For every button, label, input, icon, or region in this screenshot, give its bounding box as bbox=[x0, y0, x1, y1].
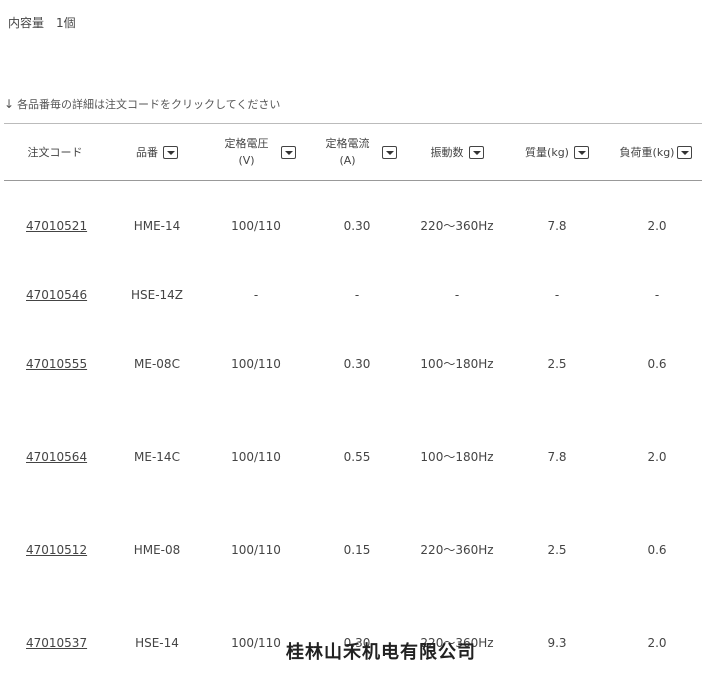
voltage-cell: - bbox=[253, 288, 259, 302]
order-code-link[interactable]: 47010546 bbox=[26, 285, 87, 305]
current-cell: - bbox=[354, 288, 360, 302]
column-header-voltage: 定格電圧 (V) bbox=[210, 124, 310, 180]
table-row: 47010546 HSE-14Z - - - - - bbox=[0, 285, 702, 305]
order-code-link[interactable]: 47010555 bbox=[26, 354, 87, 374]
frequency-cell: 220～360Hz bbox=[420, 219, 494, 233]
sort-dropdown-icon[interactable] bbox=[677, 145, 693, 159]
mass-cell: 2.5 bbox=[547, 543, 567, 557]
load-cell: 2.0 bbox=[647, 636, 667, 650]
column-header-label: 品番 bbox=[136, 145, 158, 159]
model-cell: HME-14 bbox=[133, 219, 181, 233]
model-cell: HME-08 bbox=[133, 543, 181, 557]
sort-dropdown-icon[interactable] bbox=[468, 145, 484, 159]
model-cell: ME-14C bbox=[134, 450, 180, 464]
table-row: 47010512 HME-08 100/110 0.15 220～360Hz 2… bbox=[0, 540, 702, 560]
watermark-text: 桂林山禾机电有限公司 bbox=[286, 642, 476, 663]
column-header-frequency: 振動数 bbox=[412, 124, 502, 180]
column-header-load: 負荷重(kg) bbox=[610, 124, 702, 180]
frequency-cell: - bbox=[454, 288, 460, 302]
mass-cell: 2.5 bbox=[547, 357, 567, 371]
mass-cell: 7.8 bbox=[547, 450, 567, 464]
column-header-model: 品番 bbox=[112, 124, 202, 180]
load-cell: 0.6 bbox=[647, 543, 667, 557]
hint-text: ↓ 各品番毎の詳細は注文コードをクリックしてください bbox=[4, 96, 280, 112]
load-cell: 0.6 bbox=[647, 357, 667, 371]
column-header-label: 負荷重(kg) bbox=[619, 145, 675, 159]
current-cell: 0.30 bbox=[343, 357, 371, 371]
table-row: 47010521 HME-14 100/110 0.30 220～360Hz 7… bbox=[0, 216, 702, 236]
sort-dropdown-icon[interactable] bbox=[280, 145, 296, 159]
mass-cell: - bbox=[554, 288, 560, 302]
frequency-cell: 100～180Hz bbox=[420, 357, 494, 371]
mass-cell: 7.8 bbox=[547, 219, 567, 233]
order-code-link[interactable]: 47010564 bbox=[26, 447, 87, 467]
voltage-cell: 100/110 bbox=[231, 357, 281, 371]
table-row: 47010564 ME-14C 100/110 0.55 100～180Hz 7… bbox=[0, 447, 702, 467]
load-cell: 2.0 bbox=[647, 450, 667, 464]
current-cell: 0.15 bbox=[343, 543, 371, 557]
sort-dropdown-icon[interactable] bbox=[573, 145, 589, 159]
frequency-cell: 220～360Hz bbox=[420, 543, 494, 557]
column-header-unit: (V) bbox=[238, 154, 255, 167]
column-header-current: 定格電流 (A) bbox=[316, 124, 406, 180]
voltage-cell: 100/110 bbox=[231, 219, 281, 233]
table-row: 47010555 ME-08C 100/110 0.30 100～180Hz 2… bbox=[0, 354, 702, 374]
model-cell: ME-08C bbox=[134, 357, 180, 371]
model-cell: HSE-14Z bbox=[130, 288, 184, 302]
capacity-info: 内容量 1個 bbox=[8, 14, 76, 31]
frequency-cell: 100～180Hz bbox=[420, 450, 494, 464]
mass-cell: 9.3 bbox=[547, 636, 567, 650]
column-header-unit: (A) bbox=[339, 154, 356, 167]
sort-dropdown-icon[interactable] bbox=[163, 145, 178, 159]
column-header-label: 定格電圧 bbox=[224, 137, 269, 150]
column-header-mass: 質量(kg) bbox=[512, 124, 602, 180]
voltage-cell: 100/110 bbox=[231, 543, 281, 557]
column-header-label: 振動数 bbox=[430, 145, 464, 159]
arrow-down-icon: ↓ bbox=[4, 97, 15, 111]
sort-dropdown-icon[interactable] bbox=[381, 145, 397, 159]
load-cell: - bbox=[654, 288, 660, 302]
order-code-link[interactable]: 47010512 bbox=[26, 540, 87, 560]
column-header-order-code: 注文コード bbox=[10, 124, 100, 180]
column-header-label: 定格電流 bbox=[325, 137, 370, 150]
table-header-divider bbox=[4, 180, 702, 181]
current-cell: 0.55 bbox=[343, 450, 371, 464]
column-header-label: 注文コード bbox=[27, 145, 83, 159]
column-header-label: 質量(kg) bbox=[525, 145, 569, 159]
order-code-link[interactable]: 47010521 bbox=[26, 216, 87, 236]
load-cell: 2.0 bbox=[647, 219, 667, 233]
voltage-cell: 100/110 bbox=[231, 450, 281, 464]
hint-label: 各品番毎の詳細は注文コードをクリックしてください bbox=[17, 98, 281, 111]
order-code-link[interactable]: 47010537 bbox=[26, 633, 87, 653]
model-cell: HSE-14 bbox=[135, 636, 179, 650]
capacity-value: 1個 bbox=[56, 16, 76, 30]
capacity-label: 内容量 bbox=[8, 16, 45, 30]
current-cell: 0.30 bbox=[343, 219, 371, 233]
